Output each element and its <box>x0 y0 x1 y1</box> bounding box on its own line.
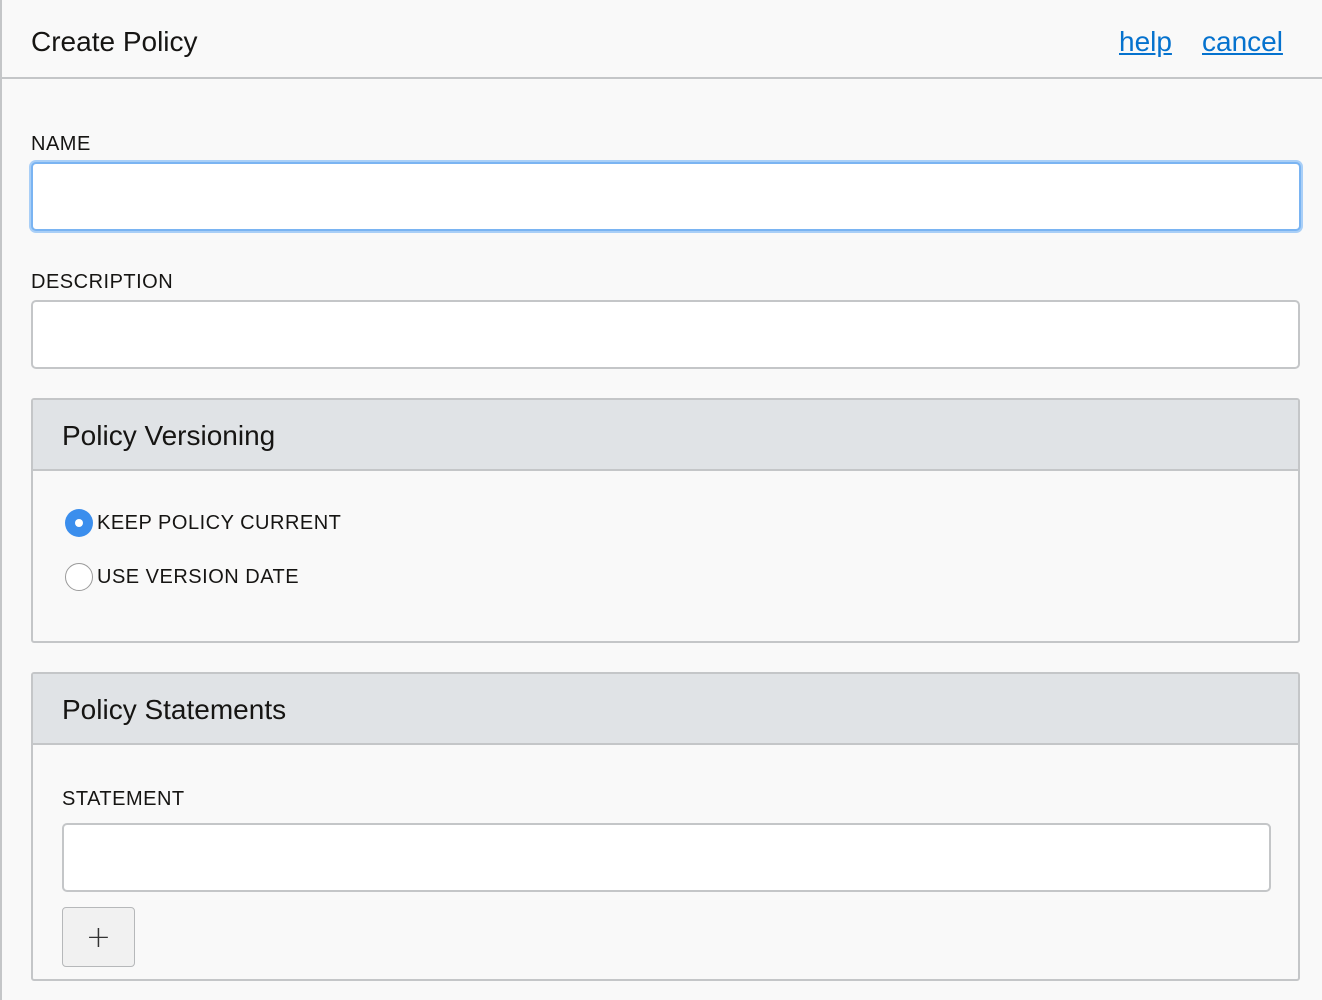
radio-label-keep-policy-current: KEEP POLICY CURRENT <box>97 511 342 534</box>
cancel-link[interactable]: cancel <box>1202 26 1283 58</box>
statement-input[interactable] <box>62 823 1271 892</box>
policy-versioning-panel: Policy Versioning KEEP POLICY CURRENT US… <box>31 398 1300 643</box>
policy-statements-title: Policy Statements <box>62 694 287 725</box>
statement-label: STATEMENT <box>62 788 185 810</box>
radio-keep-policy-current[interactable]: KEEP POLICY CURRENT <box>65 508 341 538</box>
radio-label-use-version-date: USE VERSION DATE <box>97 565 300 588</box>
name-input[interactable] <box>31 162 1301 231</box>
policy-statements-header: Policy Statements <box>33 674 1298 745</box>
plus-icon: + <box>85 919 112 955</box>
name-label: NAME <box>31 133 91 155</box>
radio-use-version-date[interactable]: USE VERSION DATE <box>65 562 299 592</box>
dialog-header: Create Policy help cancel <box>2 0 1322 79</box>
radio-selected-icon[interactable] <box>65 509 93 537</box>
dialog-title: Create Policy <box>31 26 198 57</box>
description-input[interactable] <box>31 300 1300 369</box>
add-statement-button[interactable]: + <box>62 907 135 967</box>
policy-versioning-title: Policy Versioning <box>62 420 276 451</box>
policy-statements-panel: Policy Statements STATEMENT + <box>31 672 1300 981</box>
policy-versioning-header: Policy Versioning <box>33 400 1298 471</box>
radio-unselected-icon[interactable] <box>65 563 93 591</box>
description-label: DESCRIPTION <box>31 271 174 293</box>
create-policy-dialog: Create Policy help cancel NAME DESCRIPTI… <box>0 0 1322 1000</box>
help-link[interactable]: help <box>1119 26 1172 58</box>
